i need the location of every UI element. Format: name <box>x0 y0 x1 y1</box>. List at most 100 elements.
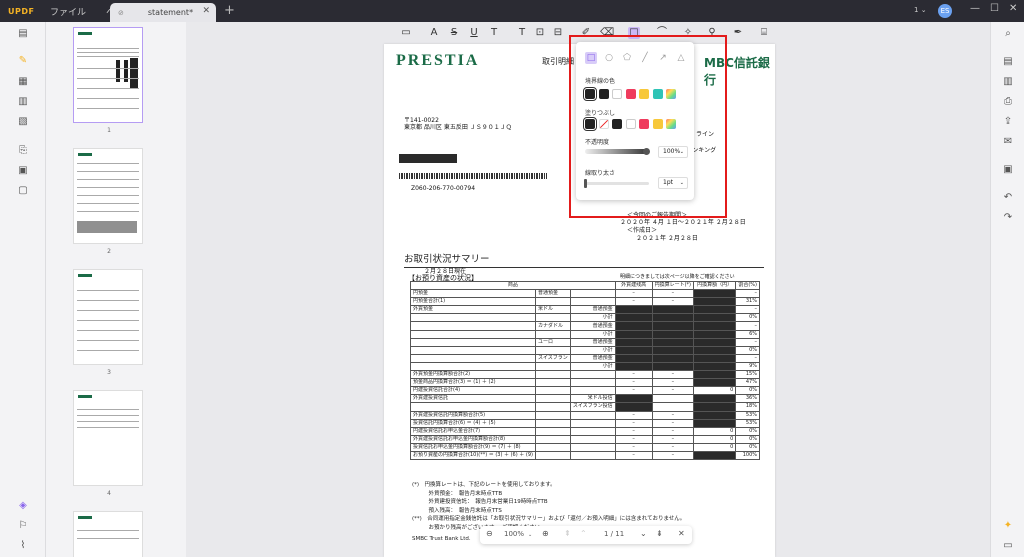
bookmark-icon[interactable]: ⚐ <box>17 520 29 532</box>
table-cell: 0% <box>735 345 760 355</box>
ocr-icon[interactable]: ▤ <box>1002 56 1014 68</box>
ai-assistant-icon[interactable]: ✦ <box>1002 520 1014 532</box>
avatar[interactable]: ES <box>938 4 952 18</box>
triangle-icon[interactable]: △ <box>675 52 687 64</box>
text-box-icon[interactable]: ⊡ <box>534 27 546 39</box>
stroke-width-dropdown[interactable]: 1pt ⌄ <box>658 177 688 189</box>
opacity-slider-knob[interactable] <box>643 148 650 155</box>
color-swatch[interactable] <box>583 117 597 131</box>
table-row: 投資信託お申込金円換算額合計(9) ＝ (7) ＋ (8) – –0 0% <box>410 442 760 452</box>
line-icon[interactable]: ╱ <box>639 52 651 64</box>
squiggly-icon[interactable]: T <box>488 27 500 39</box>
stroke-width-slider-knob[interactable] <box>584 179 587 188</box>
convert-right-icon[interactable]: ▥ <box>1002 76 1014 88</box>
arrow-icon[interactable]: ↗ <box>657 52 669 64</box>
share-icon[interactable]: ⇪ <box>1002 116 1014 128</box>
search-icon[interactable]: ⌕ <box>1002 28 1014 40</box>
thumbnail-page-4[interactable] <box>73 390 143 486</box>
table-cell: スイスフラン <box>534 353 571 363</box>
redo-icon[interactable]: ↷ <box>1002 212 1014 224</box>
color-swatch[interactable] <box>666 119 676 129</box>
color-swatch[interactable] <box>598 89 609 99</box>
strikethrough-icon[interactable]: S <box>448 27 460 39</box>
table-cell: 0 <box>693 426 737 436</box>
page-layout-icon[interactable]: ▥ <box>17 96 29 108</box>
color-swatch[interactable] <box>625 89 636 99</box>
table-cell <box>651 394 695 404</box>
table-cell <box>534 418 571 428</box>
thumbnail-page-2[interactable] <box>73 148 143 244</box>
form-icon[interactable]: ▢ <box>17 185 29 197</box>
export-icon[interactable]: ⎙ <box>1002 96 1014 108</box>
close-bar-icon[interactable]: ✕ <box>678 529 685 538</box>
shape-type-row: □ ○ ⬠ ╱ ↗ △ <box>585 52 687 64</box>
prev-page-icon[interactable]: ⌃ <box>580 529 587 538</box>
thumbnail-panel: 1 2 3 4 <box>46 22 186 557</box>
zoom-chevron-icon[interactable]: ⌄ <box>528 532 532 538</box>
thumbnail-page-3[interactable] <box>73 269 143 365</box>
zoom-in-icon[interactable]: ⊕ <box>542 529 549 538</box>
color-swatch[interactable] <box>666 89 676 99</box>
underline-icon[interactable]: U <box>468 27 480 39</box>
signature-icon[interactable]: ✒ <box>732 27 744 39</box>
attachment-icon[interactable]: ⌇ <box>17 540 29 552</box>
tab-close-icon[interactable]: ✕ <box>202 6 210 16</box>
color-swatch[interactable] <box>652 119 663 129</box>
postal-barcode <box>399 173 547 179</box>
color-swatch[interactable] <box>652 89 663 99</box>
reader-icon[interactable]: ▤ <box>17 28 29 40</box>
attach-file-icon[interactable]: ⌸ <box>758 27 770 39</box>
next-page-icon[interactable]: ⌄ <box>640 529 647 538</box>
color-swatch[interactable] <box>639 89 649 99</box>
text-icon[interactable]: T <box>516 27 528 39</box>
document-tab[interactable]: ⊘ statement* ✕ <box>110 3 216 22</box>
color-swatch[interactable] <box>583 87 597 101</box>
highlight-icon[interactable]: A <box>428 27 440 39</box>
note-icon[interactable]: ▭ <box>400 27 412 39</box>
zoom-out-icon[interactable]: ⊖ <box>486 529 493 538</box>
user-count[interactable]: 1 ⌄ <box>914 6 927 14</box>
color-swatch[interactable] <box>639 119 649 129</box>
ellipse-icon[interactable]: ○ <box>603 52 615 64</box>
opacity-slider[interactable] <box>585 148 650 155</box>
right-toolbar: ⌕ ▤ ▥ ⎙ ⇪ ✉ ▣ ↶ ↷ ✦ ▭ <box>990 22 1024 557</box>
polygon-icon[interactable]: ⬠ <box>621 52 633 64</box>
color-swatch[interactable] <box>612 89 622 99</box>
minimize-icon[interactable]: — <box>970 3 980 14</box>
zoom-level[interactable]: 100% <box>504 530 524 538</box>
chat-icon[interactable]: ▭ <box>1002 540 1014 552</box>
menu-file[interactable]: ファイル <box>40 5 96 18</box>
edit-pdf-icon[interactable]: ▦ <box>17 76 29 88</box>
thumbnail-page-5[interactable] <box>73 511 143 557</box>
organize-icon[interactable]: ▧ <box>17 116 29 128</box>
close-window-icon[interactable]: ✕ <box>1009 3 1017 14</box>
color-swatch[interactable] <box>625 119 636 129</box>
thumbnail-page-1[interactable] <box>73 27 143 123</box>
layers-icon[interactable]: ◈ <box>17 500 29 512</box>
opacity-dropdown[interactable]: 100% ⌄ <box>658 146 688 158</box>
page-indicator[interactable]: 1 / 11 <box>604 530 624 538</box>
color-swatch[interactable] <box>612 119 622 129</box>
convert-icon[interactable]: ⎘ <box>17 145 29 157</box>
maximize-icon[interactable]: ☐ <box>990 3 999 14</box>
table-cell: お預り資産の円換算合計(10)(**) ＝ (3) ＋ (6) ＋ (9) <box>410 450 536 461</box>
table-cell <box>569 434 616 444</box>
table-cell: 31% <box>735 297 760 307</box>
new-tab-icon[interactable]: + <box>224 3 235 18</box>
table-cell: – <box>614 289 653 299</box>
app-logo: UPDF <box>8 6 35 16</box>
color-swatch[interactable] <box>598 119 609 129</box>
first-page-icon[interactable]: ⇞ <box>564 529 571 538</box>
last-page-icon[interactable]: ⇟ <box>656 529 663 538</box>
comment-tool-icon[interactable]: ✎ <box>17 55 29 67</box>
save-icon[interactable]: ▣ <box>1002 164 1014 176</box>
undo-icon[interactable]: ↶ <box>1002 192 1014 204</box>
mail-icon[interactable]: ✉ <box>1002 136 1014 148</box>
rectangle-icon[interactable]: □ <box>585 52 597 64</box>
stroke-width-slider[interactable] <box>584 179 649 188</box>
footnotes: (*) 円換算レートは、下記のレートを使用しております。 外貨預金： 報告月末時… <box>412 481 685 532</box>
text-callout-icon[interactable]: ⊟ <box>552 27 564 39</box>
table-cell <box>569 289 616 299</box>
table-cell: – <box>651 426 695 436</box>
protect-icon[interactable]: ▣ <box>17 165 29 177</box>
